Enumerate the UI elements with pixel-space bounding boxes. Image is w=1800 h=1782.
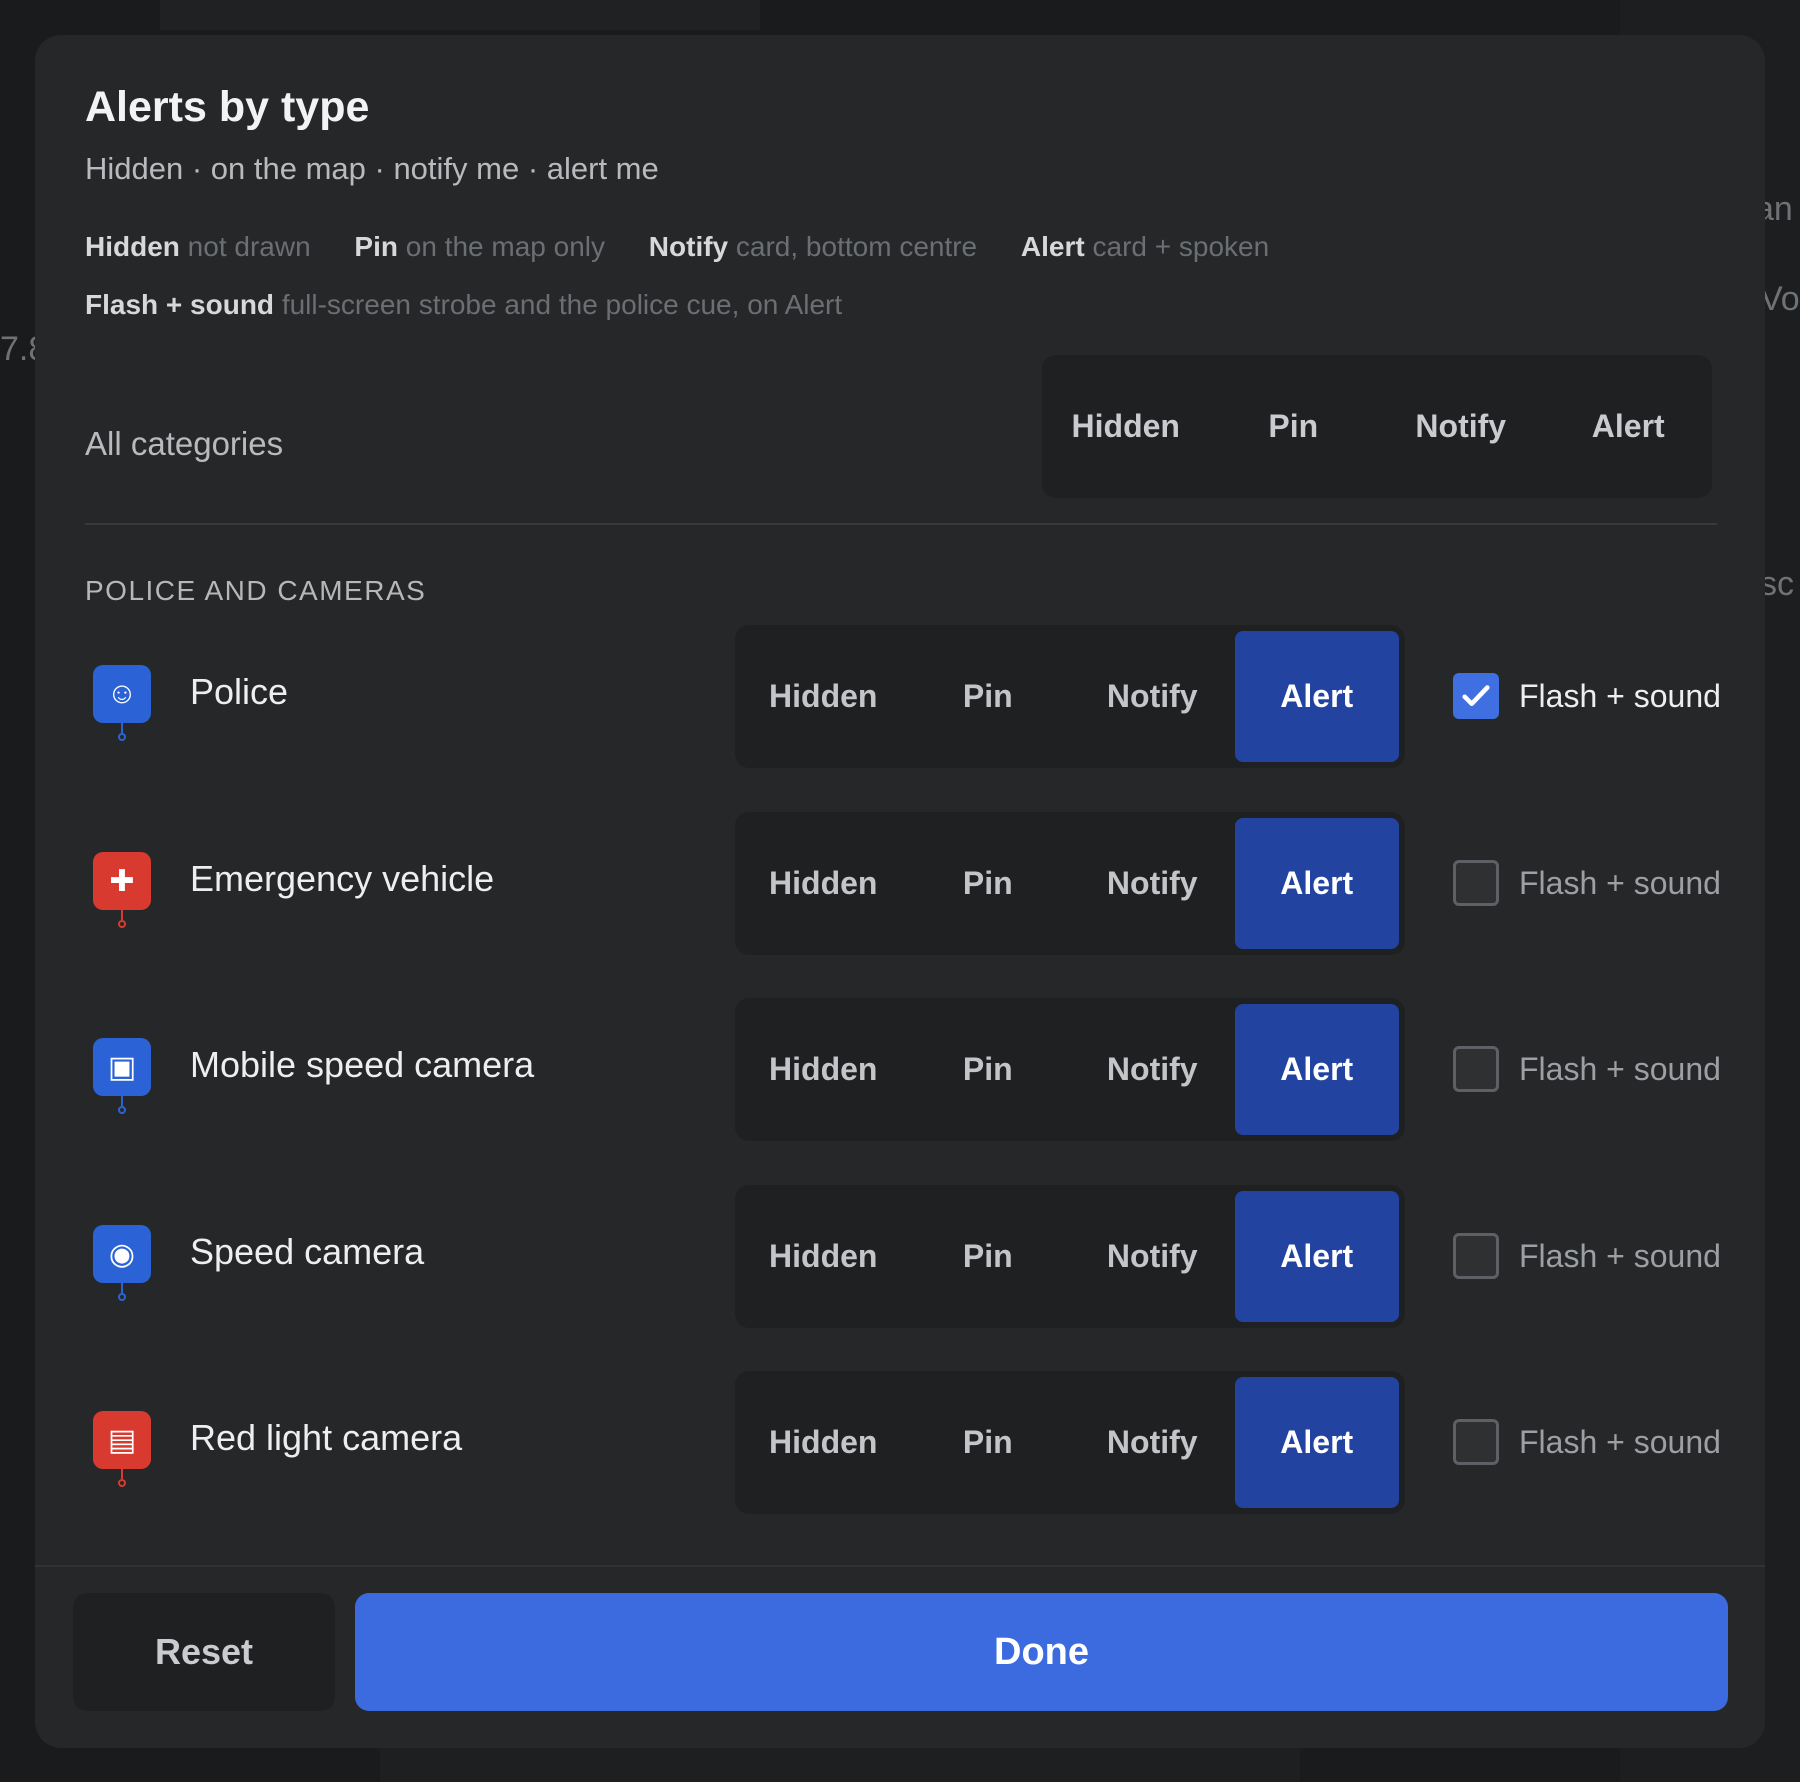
option-alert[interactable]: Alert bbox=[1234, 1191, 1399, 1322]
option-notify[interactable]: Notify bbox=[1070, 631, 1235, 762]
flash-sound-label: Flash + sound bbox=[1519, 1237, 1721, 1274]
all-option-hidden[interactable]: Hidden bbox=[1042, 355, 1210, 498]
alerts-dialog: Alerts by type Hidden · on the map · not… bbox=[35, 35, 1765, 1748]
option-alert[interactable]: Alert bbox=[1234, 818, 1399, 949]
dialog-title: Alerts by type bbox=[85, 83, 370, 131]
option-hidden[interactable]: Hidden bbox=[741, 818, 906, 949]
category-row: ☺ Police Hidden Pin Notify Alert Flash + sound bbox=[35, 625, 1765, 768]
alert-level-segmented-control: Hidden Pin Notify Alert bbox=[735, 1371, 1405, 1514]
all-categories-label: All categories bbox=[85, 425, 284, 462]
category-name: Emergency vehicle bbox=[190, 858, 495, 899]
pin-stem bbox=[121, 1283, 123, 1293]
option-alert[interactable]: Alert bbox=[1234, 1377, 1399, 1508]
option-pin[interactable]: Pin bbox=[906, 1377, 1071, 1508]
legend-item-alert: Alert card + spoken bbox=[1020, 231, 1270, 262]
background-fragment: sc bbox=[1760, 565, 1794, 603]
flash-sound-label: Flash + sound bbox=[1519, 677, 1721, 714]
alert-level-segmented-control: Hidden Pin Notify Alert bbox=[735, 1185, 1405, 1328]
alert-level-segmented-control: Hidden Pin Notify Alert bbox=[735, 998, 1405, 1141]
option-pin[interactable]: Pin bbox=[906, 818, 1071, 949]
dialog-subtitle: Hidden · on the map · notify me · alert … bbox=[85, 151, 659, 186]
all-categories-segmented-control: Hidden Pin Notify Alert bbox=[1042, 355, 1712, 498]
checkmark-icon bbox=[1462, 685, 1490, 707]
divider bbox=[85, 523, 1717, 525]
ambulance-icon: ✚ bbox=[93, 852, 151, 928]
category-name: Mobile speed camera bbox=[190, 1044, 535, 1085]
flash-sound-toggle[interactable]: Flash + sound bbox=[1453, 1233, 1721, 1279]
footer-divider bbox=[35, 1565, 1765, 1567]
flash-sound-toggle[interactable]: Flash + sound bbox=[1453, 1419, 1721, 1465]
pin-stem bbox=[121, 723, 123, 733]
all-option-notify[interactable]: Notify bbox=[1377, 355, 1545, 498]
option-pin[interactable]: Pin bbox=[906, 1191, 1071, 1322]
pin-dot bbox=[118, 1293, 126, 1301]
category-row: ◉ Speed camera Hidden Pin Notify Alert Flash +… bbox=[35, 1185, 1765, 1328]
category-name: Speed camera bbox=[190, 1231, 425, 1272]
pin-stem bbox=[121, 910, 123, 920]
option-notify[interactable]: Notify bbox=[1070, 818, 1235, 949]
option-notify[interactable]: Notify bbox=[1070, 1191, 1235, 1322]
speed-camera-icon: ◉ bbox=[93, 1225, 151, 1301]
option-hidden[interactable]: Hidden bbox=[741, 1191, 906, 1322]
option-hidden[interactable]: Hidden bbox=[741, 631, 906, 762]
option-pin[interactable]: Pin bbox=[906, 1004, 1071, 1135]
legend-item-notify: Notify card, bottom centre bbox=[648, 231, 978, 262]
option-hidden[interactable]: Hidden bbox=[741, 1004, 906, 1135]
pin-dot bbox=[118, 920, 126, 928]
option-hidden[interactable]: Hidden bbox=[741, 1377, 906, 1508]
legend-item-flash: Flash + sound full-screen strobe and the… bbox=[85, 289, 843, 320]
flash-sound-label: Flash + sound bbox=[1519, 1050, 1721, 1087]
traffic-light-camera-icon: ▤ bbox=[93, 1411, 151, 1487]
flash-sound-toggle[interactable]: Flash + sound bbox=[1453, 673, 1721, 719]
flash-sound-checkbox[interactable] bbox=[1453, 1419, 1499, 1465]
background-fragment: Vo bbox=[1760, 280, 1800, 318]
pin-stem bbox=[121, 1469, 123, 1479]
legend-item-hidden: Hidden not drawn bbox=[85, 231, 311, 262]
option-alert[interactable]: Alert bbox=[1234, 1004, 1399, 1135]
category-row: ▤ Red light camera Hidden Pin Notify Alert Fla… bbox=[35, 1371, 1765, 1514]
option-pin[interactable]: Pin bbox=[906, 631, 1071, 762]
done-button[interactable]: Done bbox=[355, 1593, 1728, 1711]
all-option-alert[interactable]: Alert bbox=[1545, 355, 1713, 498]
category-row: ▣ Mobile speed camera Hidden Pin Notify Alert… bbox=[35, 998, 1765, 1141]
category-row: ✚ Emergency vehicle Hidden Pin Notify Alert Fl… bbox=[35, 812, 1765, 955]
alert-level-segmented-control: Hidden Pin Notify Alert bbox=[735, 812, 1405, 955]
all-option-pin[interactable]: Pin bbox=[1210, 355, 1378, 498]
pin-dot bbox=[118, 1106, 126, 1114]
flash-sound-checkbox[interactable] bbox=[1453, 860, 1499, 906]
pin-stem bbox=[121, 1096, 123, 1106]
pin-dot bbox=[118, 733, 126, 741]
legend-item-pin: Pin on the map only bbox=[354, 231, 606, 262]
police-officer-icon: ☺ bbox=[93, 665, 151, 741]
flash-sound-checkbox[interactable] bbox=[1453, 1233, 1499, 1279]
flash-sound-checkbox[interactable] bbox=[1453, 1046, 1499, 1092]
flash-sound-label: Flash + sound bbox=[1519, 1423, 1721, 1460]
option-notify[interactable]: Notify bbox=[1070, 1004, 1235, 1135]
legend-line-2: Flash + sound full-screen strobe and the… bbox=[85, 289, 878, 321]
section-title: POLICE AND CAMERAS bbox=[85, 575, 427, 606]
pin-dot bbox=[118, 1479, 126, 1487]
tripod-camera-icon: ▣ bbox=[93, 1038, 151, 1114]
option-notify[interactable]: Notify bbox=[1070, 1377, 1235, 1508]
alert-level-segmented-control: Hidden Pin Notify Alert bbox=[735, 625, 1405, 768]
flash-sound-toggle[interactable]: Flash + sound bbox=[1453, 860, 1721, 906]
background-panel bbox=[160, 0, 760, 30]
category-name: Red light camera bbox=[190, 1417, 463, 1458]
flash-sound-checkbox[interactable] bbox=[1453, 673, 1499, 719]
flash-sound-toggle[interactable]: Flash + sound bbox=[1453, 1046, 1721, 1092]
flash-sound-label: Flash + sound bbox=[1519, 864, 1721, 901]
legend-line-1: Hidden not drawn Pin on the map only Not… bbox=[85, 231, 1305, 263]
reset-button[interactable]: Reset bbox=[73, 1593, 335, 1711]
category-name: Police bbox=[190, 671, 289, 712]
option-alert[interactable]: Alert bbox=[1234, 631, 1399, 762]
